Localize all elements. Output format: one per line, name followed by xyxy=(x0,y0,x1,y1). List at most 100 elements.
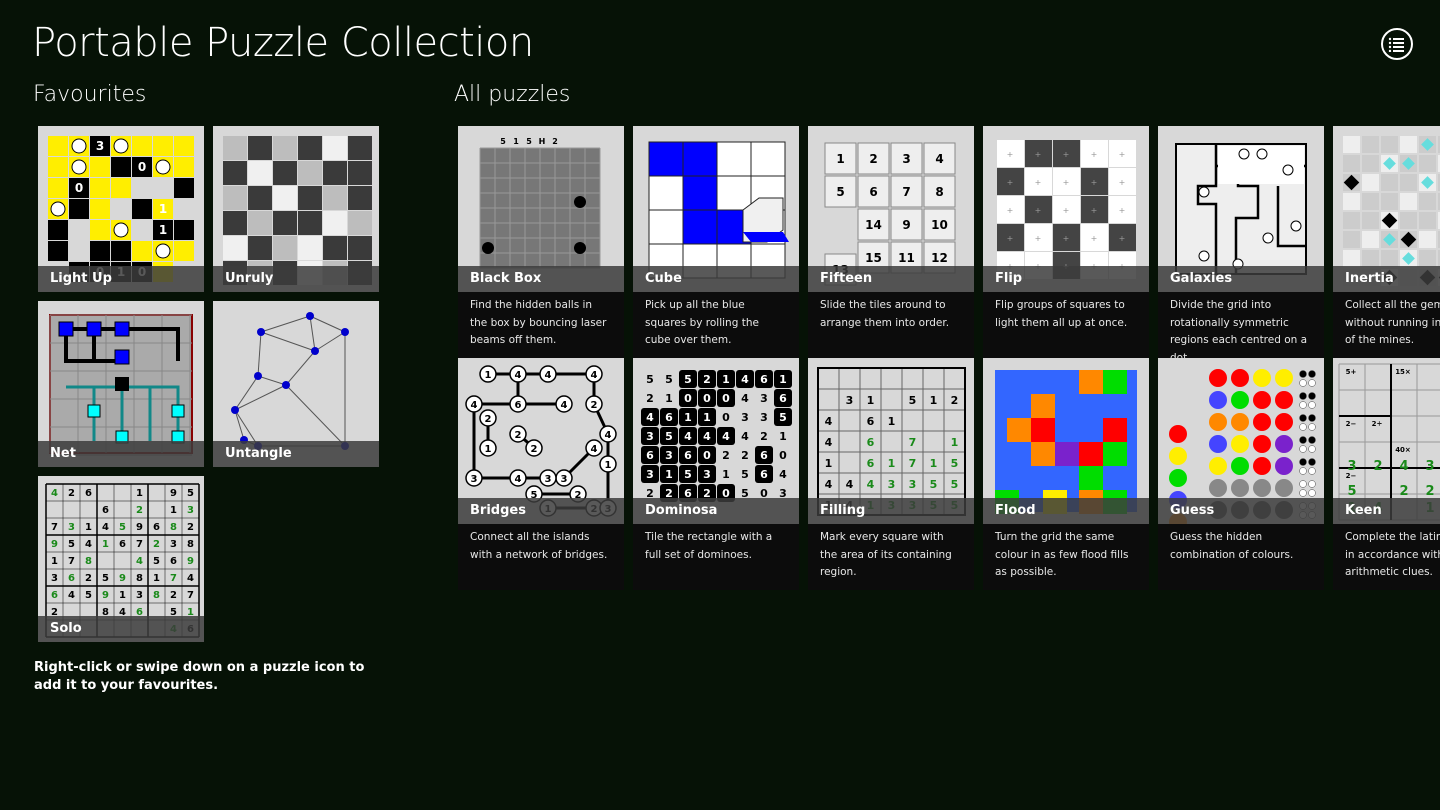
flip-mark: + xyxy=(1091,234,1098,243)
all-puzzles-grid[interactable]: 515H2 Black Box Find the hidden balls in… xyxy=(452,120,1440,590)
solo-digit: 4 xyxy=(68,590,75,601)
puzzle-tile-black-box[interactable]: 515H2 Black Box xyxy=(458,126,624,292)
solo-digit: 3 xyxy=(136,590,143,601)
flip-mark: + xyxy=(1063,150,1070,159)
bridge-island-number: 4 xyxy=(545,370,552,381)
solo-digit: 5 xyxy=(153,556,160,567)
inertia-cell xyxy=(1381,193,1398,210)
solo-digit: 5 xyxy=(68,539,75,550)
favourite-tile-net[interactable]: Net xyxy=(38,301,204,467)
puzzle-tile-inertia[interactable]: Inertia xyxy=(1333,126,1440,292)
cube-cell xyxy=(648,209,684,245)
flip-mark: + xyxy=(1119,150,1126,159)
black-box-clue: 5 xyxy=(500,137,506,146)
guess-peg xyxy=(1253,457,1271,475)
puzzle-tile-bridges[interactable]: 144446242212441335212343 Bridges xyxy=(458,358,624,524)
tile-label: Galaxies xyxy=(1158,266,1324,292)
puzzle-tile-galaxies[interactable]: Galaxies xyxy=(1158,126,1324,292)
guess-peg xyxy=(1275,413,1293,431)
cube-cell xyxy=(716,175,752,211)
favourite-tile-unruly[interactable]: Unruly xyxy=(213,126,379,292)
keen-value: 5 xyxy=(1347,484,1356,499)
guess-peg xyxy=(1253,435,1271,453)
solo-digit: 8 xyxy=(153,590,160,601)
puzzle-tile-cube[interactable]: Cube xyxy=(633,126,799,292)
light-up-cell xyxy=(48,178,68,198)
domino-number: 0 xyxy=(684,392,692,405)
flood-cell xyxy=(1079,466,1103,490)
solo-digit: 9 xyxy=(136,522,143,533)
unruly-cell xyxy=(273,136,297,160)
solo-digit: 1 xyxy=(102,539,109,550)
domino-number: 1 xyxy=(779,373,787,386)
filling-number: 7 xyxy=(909,457,917,470)
net-source xyxy=(115,377,129,391)
galaxies-dot xyxy=(1198,250,1210,262)
favourite-tile-untangle[interactable]: Untangle xyxy=(213,301,379,467)
solo-digit: 9 xyxy=(102,590,109,601)
solo-digit: 2 xyxy=(153,539,160,550)
domino-number: 3 xyxy=(741,411,749,424)
filling-number: 1 xyxy=(888,415,896,428)
guess-peg xyxy=(1275,479,1293,497)
inertia-cell xyxy=(1400,212,1417,229)
flip-mark: + xyxy=(1007,178,1014,187)
light-up-cell xyxy=(90,157,110,177)
guess-feedback-peg xyxy=(1308,436,1316,444)
puzzle-tile-guess[interactable]: Guess xyxy=(1158,358,1324,524)
light-up-number: 0 xyxy=(75,181,83,195)
solo-digit: 9 xyxy=(187,556,194,567)
unruly-cell xyxy=(273,186,297,210)
domino-number: 5 xyxy=(684,373,692,386)
light-up-cell xyxy=(132,199,152,219)
unruly-cell xyxy=(248,236,272,260)
domino-number: 4 xyxy=(722,430,730,443)
guess-peg xyxy=(1209,435,1227,453)
domino-number: 6 xyxy=(760,468,768,481)
flip-mark: + xyxy=(1091,206,1098,215)
domino-number: 2 xyxy=(646,392,654,405)
unruly-cell xyxy=(348,186,372,210)
inertia-cell xyxy=(1362,193,1379,210)
flood-cell xyxy=(1103,418,1127,442)
galaxies-dot xyxy=(1262,232,1274,244)
puzzle-tile-fifteen[interactable]: 123456781491013151112 Fifteen xyxy=(808,126,974,292)
puzzle-tile-flood[interactable]: Flood xyxy=(983,358,1149,524)
favourite-tile-light-up[interactable]: 30011010 Light Up xyxy=(38,126,204,292)
domino-number: 3 xyxy=(665,449,673,462)
unruly-cell xyxy=(273,211,297,235)
bridge-island-number: 4 xyxy=(561,400,568,411)
puzzle-tile-keen[interactable]: 5+15×3−2−2÷40×2−245224113335155 Keen xyxy=(1333,358,1440,524)
domino-number: 3 xyxy=(646,468,654,481)
guess-peg xyxy=(1275,457,1293,475)
tile-label: Untangle xyxy=(213,441,379,467)
guess-feedback-peg xyxy=(1308,392,1316,400)
puzzle-tile-flip[interactable]: +++++++++++++++++++++++++ Flip xyxy=(983,126,1149,292)
flood-cell xyxy=(1031,418,1055,442)
net-terminal-lit xyxy=(171,404,185,418)
puzzle-tile-filling[interactable]: 31512461467116171544433551413355 Filling xyxy=(808,358,974,524)
domino-number: 6 xyxy=(760,373,768,386)
filling-number: 5 xyxy=(951,478,959,491)
domino-number: 4 xyxy=(741,373,749,386)
light-up-number: 1 xyxy=(159,223,167,237)
tile-label: Cube xyxy=(633,266,799,292)
puzzle-tile-dominosa[interactable]: 5552146121000436461103353544442163602260… xyxy=(633,358,799,524)
favourites-hint: Right-click or swipe down on a puzzle ic… xyxy=(34,660,365,693)
solo-digit: 6 xyxy=(51,590,58,601)
keen-value: 2 xyxy=(1399,484,1408,499)
guess-peg xyxy=(1231,479,1249,497)
guess-feedback-peg xyxy=(1308,458,1316,466)
solo-digit: 5 xyxy=(102,573,109,584)
solo-digit: 9 xyxy=(51,539,58,550)
tile-label: Guess xyxy=(1158,498,1324,524)
flood-cell xyxy=(1055,442,1079,466)
solo-digit: 8 xyxy=(136,573,143,584)
favourite-tile-solo[interactable]: 4261956213731459682954167238178456936259… xyxy=(38,476,204,642)
inertia-cell xyxy=(1400,174,1417,191)
black-box-clue: 1 xyxy=(513,137,519,146)
inertia-cell xyxy=(1362,212,1379,229)
domino-number: 6 xyxy=(760,449,768,462)
tile-label: Light Up xyxy=(38,266,204,292)
menu-button[interactable] xyxy=(1381,28,1413,60)
